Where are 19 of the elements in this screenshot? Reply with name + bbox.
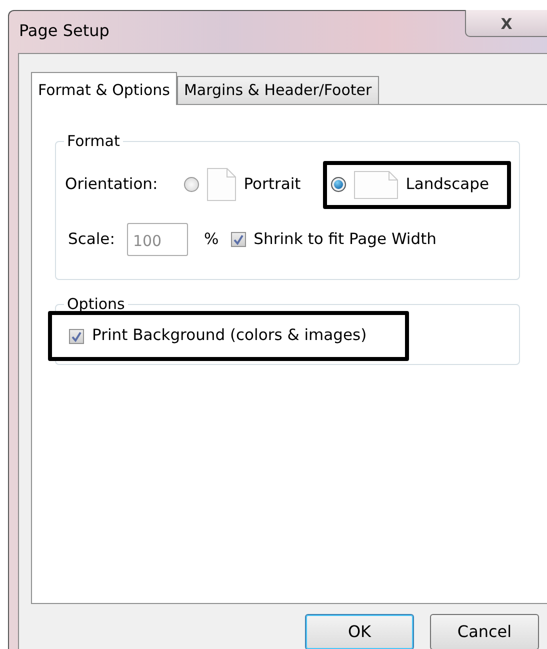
page-icon (354, 170, 398, 198)
dialog-button[interactable]: Cancel (430, 614, 539, 649)
checkbox-label[interactable]: Shrink to fit Page Width (254, 228, 436, 252)
orientation-label: Orientation: (65, 174, 158, 195)
close-button[interactable]: X (465, 10, 547, 37)
page-icon (206, 168, 236, 201)
checkbox[interactable] (69, 328, 84, 344)
checkbox-label[interactable]: Print Background (colors & images) (92, 324, 367, 348)
dialog-button[interactable]: OK (305, 614, 414, 649)
radio-button[interactable] (184, 177, 199, 192)
checkbox[interactable] (230, 232, 246, 247)
radio-button[interactable] (330, 177, 346, 192)
scale-label: Scale: (68, 228, 115, 250)
window-title: Page Setup (19, 20, 110, 42)
tab[interactable]: Format & Options (31, 72, 177, 105)
option-label[interactable]: Portrait (244, 172, 301, 196)
option-label[interactable]: Landscape (406, 172, 489, 196)
percent-label: % (204, 228, 219, 250)
tab[interactable]: Margins & Header/Footer (176, 76, 379, 104)
